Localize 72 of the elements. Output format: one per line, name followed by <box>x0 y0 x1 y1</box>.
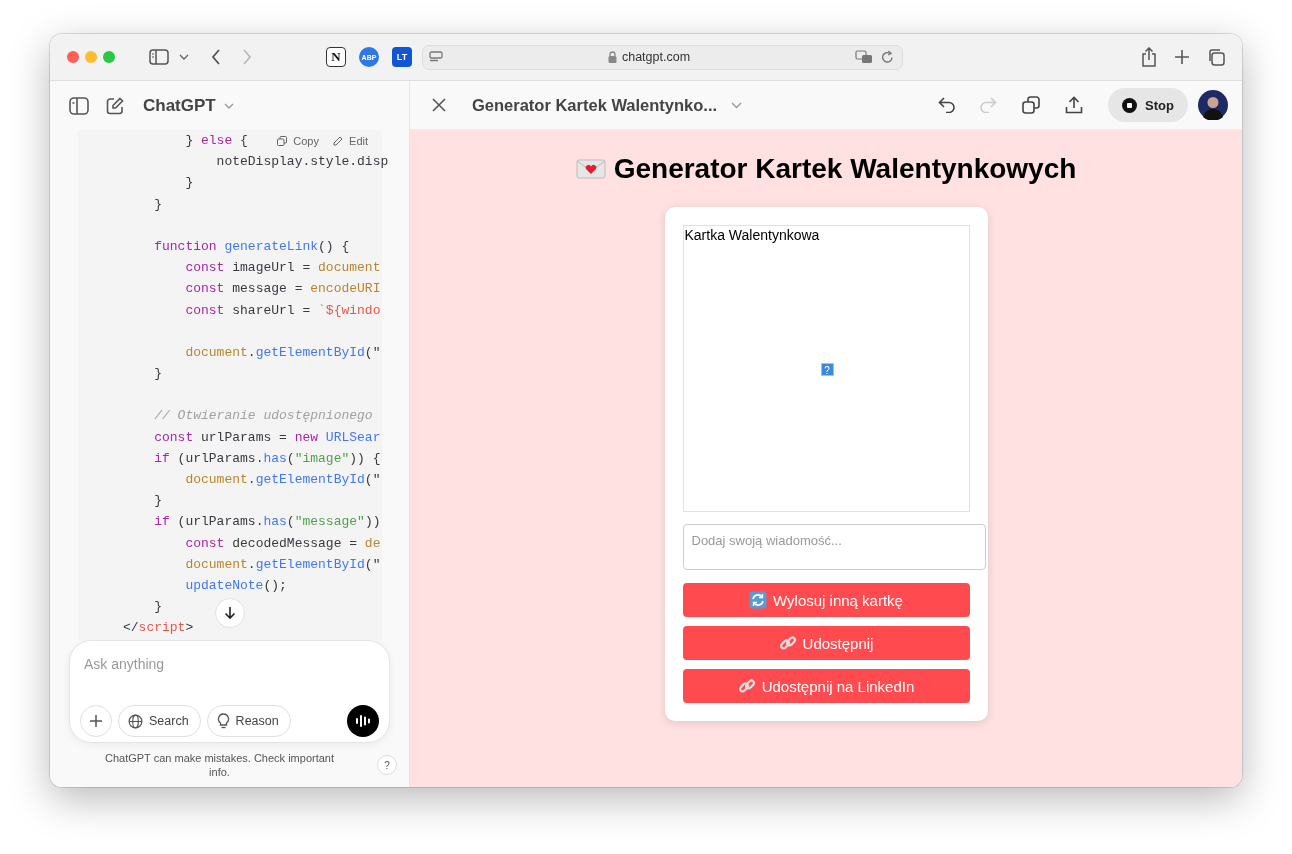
code-line: } <box>153 598 162 617</box>
code-line: document.getElementById(" <box>184 343 381 362</box>
code-line: if (urlParams.has("message")) <box>153 513 381 532</box>
chevron-down-icon <box>223 102 234 109</box>
copy-icon <box>277 136 288 146</box>
voice-wave-icon <box>355 714 371 728</box>
chevron-down-icon[interactable] <box>731 101 743 109</box>
code-line: updateNote(); <box>184 576 287 595</box>
share-icon[interactable] <box>1141 47 1157 67</box>
reason-button[interactable]: Reason <box>206 705 291 737</box>
extension-icon[interactable]: N <box>326 47 346 67</box>
code-line: </script> <box>123 619 194 638</box>
code-line: document.getElementById(" <box>184 555 381 574</box>
code-line: if (urlParams.has("image")) { <box>153 449 381 468</box>
page-heading: Generator Kartek Walentynkowych <box>613 153 1077 185</box>
arrow-down-icon <box>224 606 236 620</box>
code-line: function generateLink() { <box>153 237 350 256</box>
close-window-button[interactable] <box>67 51 79 63</box>
model-selector[interactable]: ChatGPT <box>143 95 234 116</box>
link-icon <box>737 677 756 695</box>
code-line: // Otwieranie udostępnionego <box>153 407 373 426</box>
refresh-icon <box>749 591 768 609</box>
edit-button[interactable]: Edit <box>333 135 368 147</box>
message-input[interactable]: Ask anything <box>80 651 379 677</box>
code-line: const shareUrl = `${windo <box>184 301 381 320</box>
url-text: chatgpt.com <box>621 50 691 64</box>
code-line: const decodedMessage = de <box>184 534 381 553</box>
edit-icon[interactable] <box>106 96 124 115</box>
stop-button[interactable]: Stop <box>1108 88 1188 122</box>
copy-button[interactable]: Copy <box>277 135 319 147</box>
broken-image-icon: ? <box>820 363 834 376</box>
sidebar-icon[interactable] <box>69 96 89 115</box>
code-line: } <box>184 174 194 193</box>
code-line: document.getElementById(" <box>184 471 381 489</box>
globe-icon <box>128 713 143 729</box>
reader-icon[interactable] <box>429 51 443 63</box>
plus-icon <box>89 714 103 728</box>
upload-icon[interactable] <box>1065 96 1083 114</box>
copy-icon[interactable] <box>1022 96 1040 114</box>
search-button[interactable]: Search <box>118 705 201 737</box>
stop-icon <box>1122 97 1138 113</box>
lock-icon <box>607 51 617 63</box>
code-line: const imageUrl = document <box>184 259 381 278</box>
close-icon[interactable] <box>432 98 446 112</box>
voice-button[interactable] <box>347 705 379 737</box>
canvas-title[interactable]: Generator Kartek Walentynko... <box>472 95 718 115</box>
chevron-down-icon[interactable] <box>179 54 189 60</box>
code-line: noteDisplay.style.disp <box>215 153 389 172</box>
help-button[interactable]: ? <box>377 755 397 775</box>
pencil-icon <box>333 136 343 146</box>
message-field[interactable]: Dodaj swoją wiadomość... <box>682 524 986 570</box>
code-line: const urlParams = new URLSear <box>153 428 381 447</box>
back-icon[interactable] <box>211 49 221 65</box>
code-line: const message = encodeURI <box>184 280 381 299</box>
disclaimer-text: ChatGPT can make mistakes. Check important info. <box>103 751 336 779</box>
extension-icon[interactable]: LT <box>392 47 412 67</box>
code-line: } <box>153 492 162 511</box>
code-line: } else { <box>184 132 248 150</box>
translate-icon[interactable] <box>855 50 873 64</box>
link-icon <box>778 634 797 652</box>
avatar[interactable] <box>1198 90 1228 120</box>
image-alt-text: Kartka Walentynkowa <box>684 227 820 243</box>
sidebar-icon[interactable] <box>149 49 169 65</box>
code-line: } <box>153 365 162 384</box>
tab-overview-icon[interactable] <box>1207 48 1225 66</box>
undo-icon[interactable] <box>938 97 956 113</box>
lightbulb-icon <box>216 713 230 729</box>
address-bar[interactable]: chatgpt.com <box>422 44 903 70</box>
code-line: } <box>153 195 162 214</box>
reload-icon[interactable] <box>881 50 894 64</box>
new-tab-icon[interactable] <box>1175 50 1189 64</box>
add-button[interactable] <box>80 705 112 737</box>
